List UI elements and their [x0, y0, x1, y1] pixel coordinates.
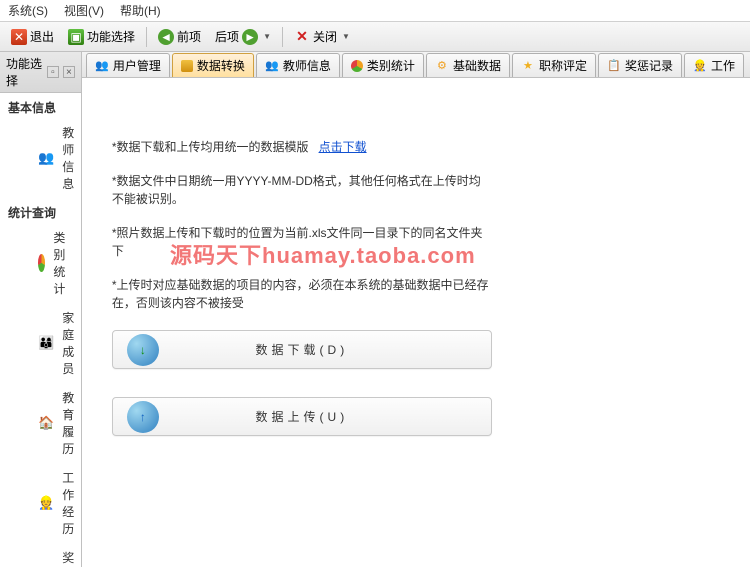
tab-label: 基础数据 [453, 57, 501, 74]
work-icon: 👷 [38, 494, 54, 512]
tabstrip: 👥用户管理 数据转换 👥教师信息 类别统计 ⚙基础数据 ★职称评定 📋奖惩记录 … [82, 52, 750, 78]
prev-label: 前项 [177, 28, 201, 45]
note-3: *照片数据上传和下载时的位置为当前.xls文件同一目录下的同名文件夹下 [112, 224, 492, 260]
family-icon: 👨‍👩‍👦 [38, 334, 54, 352]
toolbar-separator [282, 27, 283, 47]
note-2: *数据文件中日期统一用YYYY-MM-DD格式，其他任何格式在上传时均不能被识别… [112, 172, 492, 208]
sidebar-item-education[interactable]: 🏠 教育履历 [0, 383, 81, 463]
tab-work[interactable]: 👷 工作 [684, 53, 744, 77]
sidebar-item-label: 奖惩记录 [62, 549, 74, 567]
function-icon: ▣ [68, 29, 84, 45]
upload-button[interactable]: ↑ 数据上传(U) [112, 397, 492, 436]
sidebar-item-label: 教师信息 [62, 124, 74, 192]
sidebar-item-label: 工作经历 [62, 469, 74, 537]
exit-button[interactable]: ✕ 退出 [6, 25, 59, 48]
sidebar-item-teacher[interactable]: 👥 教师信息 [0, 118, 81, 198]
sidebar-pin-icon[interactable]: ▫ [47, 66, 59, 78]
tab-title[interactable]: ★ 职称评定 [512, 53, 596, 77]
tab-label: 用户管理 [113, 57, 161, 74]
note-icon: 📋 [607, 59, 621, 73]
close-icon: ✕ [294, 29, 310, 45]
content-body: *数据下载和上传均用统一的数据模版 点击下载 *数据文件中日期统一用YYYY-M… [82, 78, 750, 567]
function-label: 功能选择 [87, 28, 135, 45]
chevron-down-icon: ▼ [342, 32, 350, 41]
close-button[interactable]: ✕ 关闭 ▼ [289, 25, 355, 48]
menubar: 系统(S) 视图(V) 帮助(H) [0, 0, 750, 22]
tab-label: 教师信息 [283, 57, 331, 74]
next-label: 后项 [215, 28, 239, 45]
teacher-icon: 👥 [38, 149, 54, 167]
download-icon: ↓ [127, 334, 159, 366]
note-1: *数据下载和上传均用统一的数据模版 点击下载 [112, 138, 492, 156]
user-icon: 👥 [95, 59, 109, 73]
note-4: *上传时对应基础数据的项目的内容，必须在本系统的基础数据中已经存在，否则该内容不… [112, 276, 492, 312]
exit-icon: ✕ [11, 29, 27, 45]
sidebar-close-icon[interactable]: × [63, 66, 75, 78]
teacher-icon: 👥 [265, 59, 279, 73]
next-button[interactable]: 后项 ► ▼ [210, 25, 276, 48]
tab-award[interactable]: 📋 奖惩记录 [598, 53, 682, 77]
menu-system[interactable]: 系统(S) [8, 2, 48, 19]
tab-user[interactable]: 👥 用户管理 [86, 53, 170, 77]
sidebar-title-label: 功能选择 [6, 55, 47, 89]
tab-label: 工作 [711, 57, 735, 74]
sidebar-item-label: 家庭成员 [62, 309, 74, 377]
star-icon: ★ [521, 59, 535, 73]
sidebar: 功能选择 ▫ × 基本信息 👥 教师信息 统计查询 类别统计 👨‍👩‍👦 家庭成… [0, 52, 82, 567]
work-icon: 👷 [693, 59, 707, 73]
house-icon: 🏠 [38, 414, 54, 432]
sidebar-item-award[interactable]: 📋 奖惩记录 [0, 543, 81, 567]
tab-teacher[interactable]: 👥 教师信息 [256, 53, 340, 77]
toolbar: ✕ 退出 ▣ 功能选择 ◄ 前项 后项 ► ▼ ✕ 关闭 ▼ [0, 22, 750, 52]
arrow-left-icon: ◄ [158, 29, 174, 45]
prev-button[interactable]: ◄ 前项 [153, 25, 206, 48]
sidebar-title: 功能选择 ▫ × [0, 52, 81, 93]
tab-label: 数据转换 [197, 57, 245, 74]
menu-view[interactable]: 视图(V) [64, 2, 104, 19]
chevron-down-icon: ▼ [263, 32, 271, 41]
upload-label: 数据上传(U) [256, 408, 349, 425]
download-button[interactable]: ↓ 数据下载(D) [112, 330, 492, 369]
upload-icon: ↑ [127, 401, 159, 433]
tab-label: 奖惩记录 [625, 57, 673, 74]
content: 👥用户管理 数据转换 👥教师信息 类别统计 ⚙基础数据 ★职称评定 📋奖惩记录 … [82, 52, 750, 567]
chart-icon [38, 254, 45, 272]
download-template-link[interactable]: 点击下载 [319, 140, 367, 154]
main-area: 功能选择 ▫ × 基本信息 👥 教师信息 统计查询 类别统计 👨‍👩‍👦 家庭成… [0, 52, 750, 567]
tab-label: 类别统计 [367, 57, 415, 74]
function-select-button[interactable]: ▣ 功能选择 [63, 25, 140, 48]
sidebar-group-basic: 基本信息 [0, 93, 81, 118]
chart-icon [351, 60, 363, 72]
arrow-right-icon: ► [242, 29, 258, 45]
sidebar-item-work[interactable]: 👷 工作经历 [0, 463, 81, 543]
download-label: 数据下载(D) [256, 341, 349, 358]
tab-basedata[interactable]: ⚙ 基础数据 [426, 53, 510, 77]
sidebar-item-family[interactable]: 👨‍👩‍👦 家庭成员 [0, 303, 81, 383]
sidebar-item-label: 类别统计 [53, 229, 73, 297]
gear-icon: ⚙ [435, 59, 449, 73]
menu-help[interactable]: 帮助(H) [120, 2, 161, 19]
sidebar-item-label: 教育履历 [62, 389, 74, 457]
sidebar-item-category[interactable]: 类别统计 [0, 223, 81, 303]
toolbar-separator [146, 27, 147, 47]
sidebar-group-stats: 统计查询 [0, 198, 81, 223]
exit-label: 退出 [30, 28, 54, 45]
tab-convert[interactable]: 数据转换 [172, 53, 254, 77]
note-text: *数据下载和上传均用统一的数据模版 [112, 140, 309, 154]
close-label: 关闭 [313, 28, 337, 45]
tab-label: 职称评定 [539, 57, 587, 74]
tab-category[interactable]: 类别统计 [342, 53, 424, 77]
cylinder-icon [181, 60, 193, 72]
